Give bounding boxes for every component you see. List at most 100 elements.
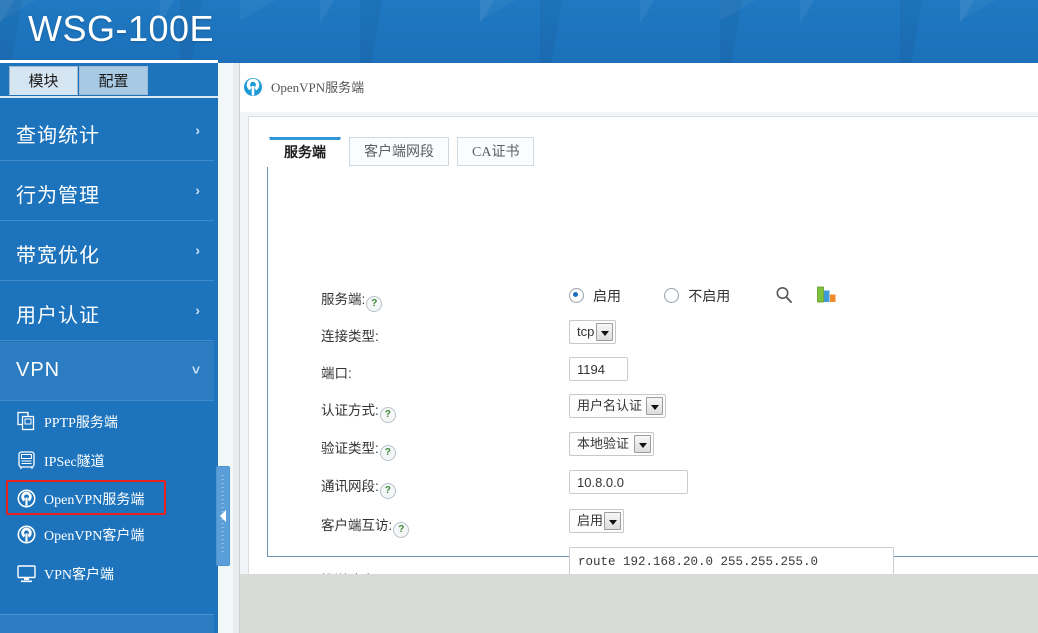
chevron-right-icon: › [195,122,200,138]
label-subnet: 通讯网段:? [321,475,396,499]
label-client-to-client-text: 客户端互访: [321,518,393,533]
help-icon[interactable]: ? [393,522,410,538]
openvpn-icon [16,488,37,509]
radio-service-enable-label: 启用 [593,288,621,304]
chevron-down-icon [646,397,663,415]
label-service: 服务端:? [321,288,383,312]
sidebar-item-label: VPN客户端 [44,568,115,583]
form-row-verify-type: 验证类型:? 本地验证 [249,432,1021,461]
select-verify-type[interactable]: 本地验证 [569,432,654,456]
sidebar-group-vpn[interactable]: VPN ˅ [0,342,214,401]
sidebar-group-label: VPN [16,359,61,381]
auth-method-control: 用户名认证 [569,394,666,418]
openvpn-icon [241,75,265,99]
sidebar-mode-tabs-rule [0,96,218,98]
openvpn-icon [16,524,37,545]
sidebar-group-behavior-mgmt[interactable]: 行为管理 › [0,162,214,221]
sidebar-item-vpn-client[interactable]: VPN客户端 [0,554,214,593]
form-row-service: 服务端:? 启用 不启用 [249,283,1021,312]
form-row-subnet: 通讯网段:? [249,470,1021,499]
brand-title: WSG-100E [28,8,215,49]
sidebar-group-bandwidth-opt[interactable]: 带宽优化 › [0,222,214,281]
radio-service-disable-label: 不启用 [688,288,731,304]
verify-type-control: 本地验证 [569,432,654,456]
page-bottom-background [240,574,1038,633]
service-radio-group: 启用 不启用 [569,286,730,306]
sidebar-item-pptp-server[interactable]: PPTP服务端 [0,402,214,441]
client-to-client-control: 启用 [569,509,624,533]
tunnel-icon [16,450,37,471]
tab-bar: 服务端 客户端网段 CA证书 [269,137,542,168]
help-icon[interactable]: ? [366,296,383,312]
bar-chart-icon[interactable] [816,284,837,308]
input-port[interactable] [569,357,628,381]
label-conn-type: 连接类型: [321,329,379,344]
label-service-text: 服务端: [321,292,366,307]
select-client-to-client[interactable]: 启用 [569,509,624,533]
content-gutter-edge [233,63,240,633]
form-row-client-to-client: 客户端互访:? 启用 [249,509,1021,538]
sidebar-group-label: 用户认证 [16,305,100,327]
app-window: WSG-100E 模块 配置 查询统计 › 行为管理 › 带宽优化 › 用户认证 [0,0,1038,633]
tab-server[interactable]: 服务端 [269,137,341,168]
label-port: 端口: [321,366,352,381]
pages-icon [16,411,37,432]
help-icon[interactable]: ? [379,407,396,423]
radio-service-enable[interactable] [569,288,584,303]
chevron-down-icon [634,435,651,453]
label-subnet-text: 通讯网段: [321,479,379,494]
form-row-auth-method: 认证方式:? 用户名认证 [249,394,1021,423]
sidebar-item-ipsec-tunnel[interactable]: IPSec隧道 [0,441,214,480]
select-conn-type[interactable]: tcp [569,320,616,344]
radio-service-disable[interactable] [664,288,680,303]
content-panel: 服务端 客户端网段 CA证书 服务端:? 启用 不启用 连接类型: tcp 端口… [240,112,1038,614]
app-header: WSG-100E [0,0,1038,63]
input-subnet[interactable] [569,470,688,494]
label-client-to-client: 客户端互访:? [321,514,410,538]
tab-client-subnet[interactable]: 客户端网段 [349,137,449,166]
page-title: OpenVPN服务端 [271,80,365,95]
chevron-down-icon: ˅ [191,362,200,378]
sidebar-group-query-stats[interactable]: 查询统计 › [0,102,214,161]
sidebar-item-openvpn-client[interactable]: OpenVPN客户端 [0,515,214,554]
select-auth-method[interactable]: 用户名认证 [569,394,666,418]
help-icon[interactable]: ? [379,483,396,499]
sidebar-group-label: 查询统计 [16,125,100,147]
label-verify-type: 验证类型:? [321,437,396,461]
help-icon[interactable]: ? [379,445,396,461]
content-area: OpenVPN服务端 服务端 客户端网段 CA证书 服务端:? 启用 不启用 连… [240,63,1038,614]
subnet-control [569,470,688,494]
port-control [569,357,628,381]
conn-type-control: tcp [569,320,616,344]
sidebar-item-label: PPTP服务端 [44,416,118,431]
label-verify-type-text: 验证类型: [321,441,379,456]
label-auth-method-text: 认证方式: [321,403,379,418]
page-title-bar: OpenVPN服务端 [240,63,1038,113]
label-auth-method: 认证方式:? [321,399,396,423]
sidebar-item-label: IPSec隧道 [44,455,105,470]
sidebar-item-label: OpenVPN客户端 [44,529,145,544]
form-row-conn-type: 连接类型: tcp [249,320,1021,348]
chevron-right-icon: › [195,302,200,318]
monitor-icon [16,563,37,584]
sidebar: 模块 配置 查询统计 › 行为管理 › 带宽优化 › 用户认证 › VPN ˅ … [0,63,218,633]
tab-ca-cert[interactable]: CA证书 [457,137,535,166]
sidebar-mode-tab-config[interactable]: 配置 [79,66,148,95]
form-row-port: 端口: [249,357,1021,385]
content-panel-inner: 服务端 客户端网段 CA证书 服务端:? 启用 不启用 连接类型: tcp 端口… [248,116,1038,614]
chevron-down-icon [604,512,621,530]
sidebar-mode-tabs: 模块 配置 [0,63,218,102]
chevron-left-icon [220,510,226,522]
sidebar-footer [0,614,214,633]
chevron-down-icon [596,323,613,341]
search-icon[interactable] [774,285,794,308]
sidebar-group-user-auth[interactable]: 用户认证 › [0,282,214,341]
sidebar-mode-tab-module[interactable]: 模块 [9,66,78,95]
sidebar-collapse-handle[interactable] [216,466,230,566]
sidebar-item-openvpn-server[interactable]: OpenVPN服务端 [6,480,166,515]
sidebar-group-label: 行为管理 [16,185,100,207]
chevron-right-icon: › [195,182,200,198]
sidebar-item-label: OpenVPN服务端 [44,493,145,508]
chevron-right-icon: › [195,242,200,258]
sidebar-group-label: 带宽优化 [16,245,100,267]
